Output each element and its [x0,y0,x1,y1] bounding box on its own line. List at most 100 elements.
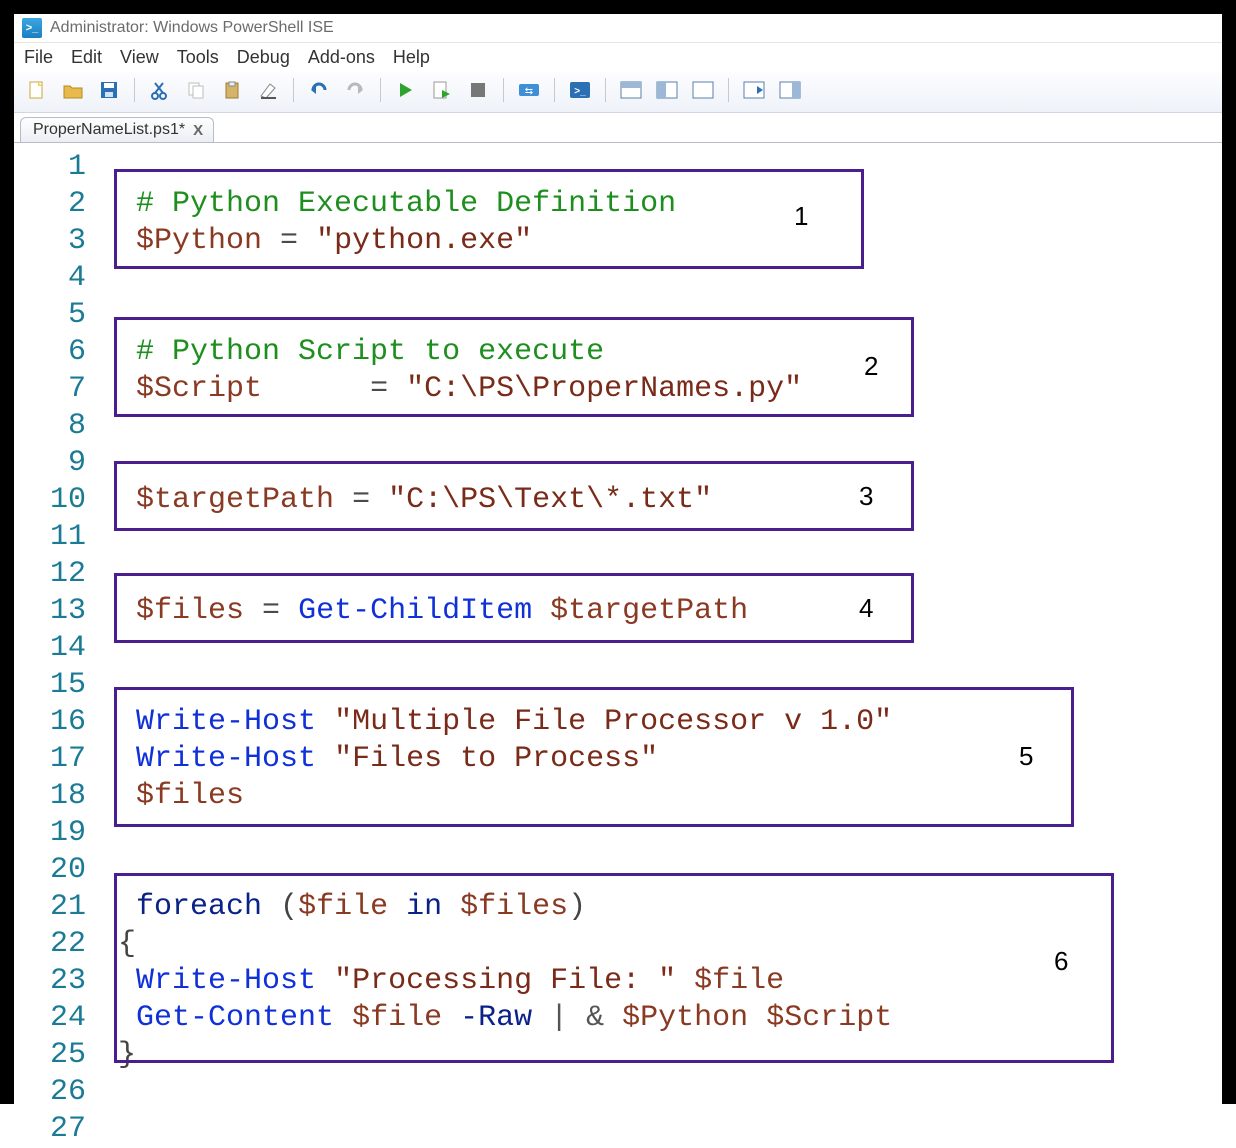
code-comment: # Python Script to execute [136,335,604,369]
code-variable: $files [460,890,568,924]
title-bar: >_ Administrator: Windows PowerShell ISE [14,14,1222,43]
line-number: 27 [14,1111,100,1148]
line-number: 22 [14,926,100,963]
code-parameter: -Raw [460,1001,532,1035]
code-op: = [262,372,406,406]
menu-help[interactable]: Help [393,47,430,68]
code-editor[interactable]: 1 2 # Python Executable Definition 3 $Py… [14,142,1222,1148]
line-number: 17 [14,741,100,778]
line-number: 11 [14,519,100,556]
code-cmdlet: Write-Host [136,705,316,739]
line-number: 8 [14,408,100,445]
menu-addons[interactable]: Add-ons [308,47,375,68]
paste-icon[interactable] [217,76,247,104]
code-string: "C:\PS\Text\*.txt" [388,483,712,517]
window-frame: >_ Administrator: Windows PowerShell ISE… [0,0,1236,1104]
line-number: 23 [14,963,100,1000]
toolbar-separator [380,78,381,102]
remote-icon[interactable]: ⇆ [514,76,544,104]
line-number: 10 [14,482,100,519]
line-number: 3 [14,223,100,260]
stop-icon[interactable] [463,76,493,104]
code-pipe: | & [532,1001,622,1035]
toolbar: ⇆ >_ [14,72,1222,113]
code-cmdlet: Write-Host [136,964,316,998]
code-variable: $Python [136,224,262,258]
toolbar-separator [605,78,606,102]
menu-file[interactable]: File [24,47,53,68]
window-title: Administrator: Windows PowerShell ISE [50,19,334,37]
code-variable: $Python [622,1001,748,1035]
show-addon-icon[interactable] [775,76,805,104]
code-variable: $Script [766,1001,892,1035]
svg-text:⇆: ⇆ [525,86,533,97]
layout-full-icon[interactable] [688,76,718,104]
code-op: = [262,224,316,258]
tab-label: ProperNameList.ps1* [33,121,185,139]
open-file-icon[interactable] [58,76,88,104]
menu-edit[interactable]: Edit [71,47,102,68]
code-string: "Files to Process" [334,742,658,776]
menu-tools[interactable]: Tools [177,47,219,68]
line-number: 21 [14,889,100,926]
line-number: 2 [14,186,100,223]
line-number: 5 [14,297,100,334]
file-tab[interactable]: ProperNameList.ps1* X [20,117,214,142]
code-variable: $Script [136,372,262,406]
code-op: = [244,594,298,628]
line-number: 20 [14,852,100,889]
code-comment: # Python Executable Definition [136,187,676,221]
line-number: 16 [14,704,100,741]
code-variable: $file [694,964,784,998]
code-string: "Multiple File Processor v 1.0" [334,705,892,739]
new-file-icon[interactable] [22,76,52,104]
line-number: 1 [14,149,100,186]
code-variable: $file [352,1001,442,1035]
powershell-icon: >_ [22,18,42,38]
code-cmdlet: Get-Content [136,1001,334,1035]
run-selection-icon[interactable] [427,76,457,104]
run-icon[interactable] [391,76,421,104]
layout-top-icon[interactable] [616,76,646,104]
menu-bar: File Edit View Tools Debug Add-ons Help [14,43,1222,72]
close-tab-icon[interactable]: X [193,122,203,139]
toolbar-separator [503,78,504,102]
menu-view[interactable]: View [120,47,159,68]
line-number: 7 [14,371,100,408]
undo-icon[interactable] [304,76,334,104]
clear-icon[interactable] [253,76,283,104]
save-icon[interactable] [94,76,124,104]
layout-side-icon[interactable] [652,76,682,104]
code-variable: $targetPath [136,483,334,517]
code-op: = [334,483,388,517]
code-variable: $files [136,779,244,813]
line-number: 19 [14,815,100,852]
menu-debug[interactable]: Debug [237,47,290,68]
code-variable: $targetPath [550,594,748,628]
powershell-tab-icon[interactable]: >_ [565,76,595,104]
code-brace: { [118,927,136,961]
code-string: "C:\PS\ProperNames.py" [406,372,802,406]
code-string: "python.exe" [316,224,532,258]
line-number: 9 [14,445,100,482]
toolbar-separator [134,78,135,102]
redo-icon[interactable] [340,76,370,104]
line-number: 13 [14,593,100,630]
code-cmdlet: Write-Host [136,742,316,776]
line-number: 18 [14,778,100,815]
tabs-row: ProperNameList.ps1* X [14,113,1222,142]
line-number: 4 [14,260,100,297]
copy-icon[interactable] [181,76,211,104]
code-variable: $files [136,594,244,628]
show-command-icon[interactable] [739,76,769,104]
code-variable: $file [298,890,388,924]
line-number: 25 [14,1037,100,1074]
svg-text:>_: >_ [574,86,586,97]
toolbar-separator [728,78,729,102]
line-number: 24 [14,1000,100,1037]
line-number: 14 [14,630,100,667]
line-number: 12 [14,556,100,593]
line-number: 6 [14,334,100,371]
cut-icon[interactable] [145,76,175,104]
line-number: 15 [14,667,100,704]
